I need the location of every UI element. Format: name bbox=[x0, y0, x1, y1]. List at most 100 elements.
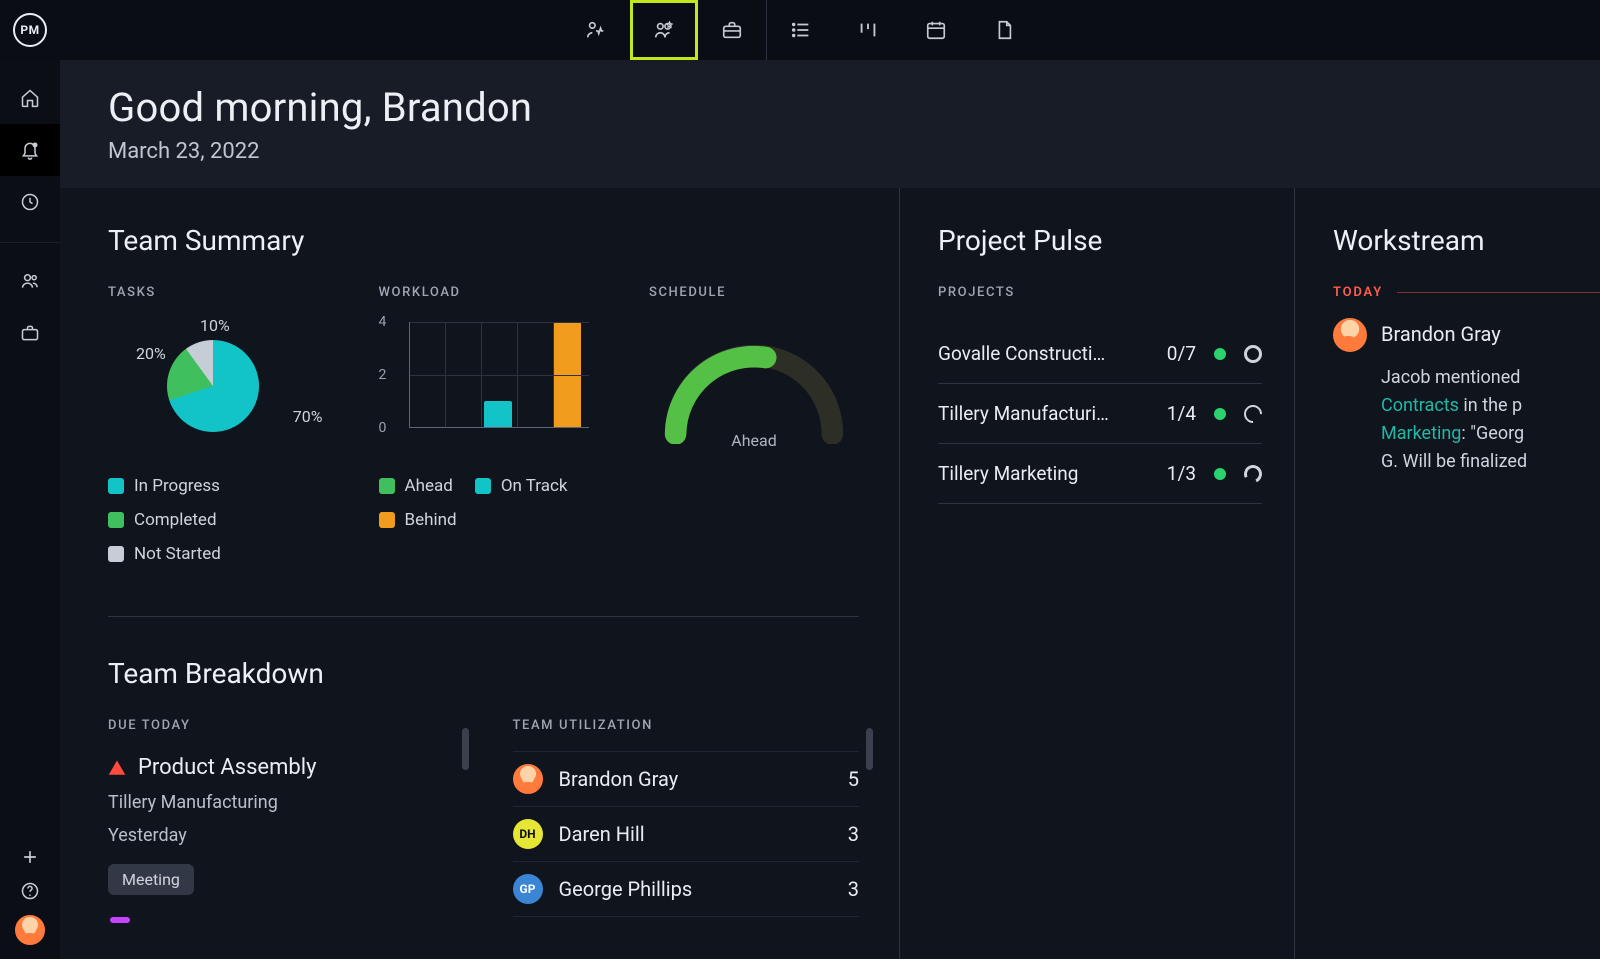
util-initials: DH bbox=[513, 819, 543, 849]
workstream-item[interactable]: Brandon Gray bbox=[1333, 318, 1600, 352]
swatch-cyan bbox=[108, 478, 124, 494]
bell-icon bbox=[20, 140, 40, 160]
clock-icon bbox=[20, 192, 40, 212]
column-pulse: Project Pulse PROJECTS Govalle Construct… bbox=[900, 188, 1295, 959]
pulse-score: 1/3 bbox=[1156, 462, 1196, 485]
tasks-legend: In Progress Completed Not Started bbox=[108, 476, 319, 564]
topnav-team[interactable] bbox=[630, 0, 698, 60]
topnav-calendar[interactable] bbox=[902, 0, 970, 60]
pulse-score: 1/4 bbox=[1156, 402, 1196, 425]
sidebar-home[interactable] bbox=[0, 72, 60, 124]
progress-ring bbox=[1244, 345, 1262, 363]
sidebar-people[interactable] bbox=[0, 255, 60, 307]
workload-legend: Ahead On Track Behind bbox=[379, 476, 590, 530]
bars-yaxis: 4 2 0 bbox=[379, 322, 409, 428]
swatch-ontrack bbox=[475, 478, 491, 494]
topnav-list[interactable] bbox=[766, 0, 834, 60]
util-count: 3 bbox=[848, 877, 859, 901]
pie-label-10: 10% bbox=[200, 316, 230, 335]
today-line bbox=[1397, 292, 1600, 293]
bars-area bbox=[409, 322, 590, 428]
tasks-pie-wrap: 70% 20% 10% bbox=[108, 322, 319, 450]
gauge-status: Ahead bbox=[731, 431, 776, 450]
due-item-purple-indicator bbox=[110, 917, 130, 923]
main-grid: Team Summary TASKS 70% 20% 10% In Progre… bbox=[60, 188, 1600, 959]
workload-label: WORKLOAD bbox=[379, 285, 590, 300]
ws-text: G. Will be finalized bbox=[1381, 451, 1527, 472]
briefcase-small-icon bbox=[20, 323, 40, 343]
topnav bbox=[562, 0, 1038, 60]
legend-inprogress: In Progress bbox=[108, 476, 220, 496]
legend-ahead-label: Ahead bbox=[405, 476, 453, 496]
due-today-block: DUE TODAY Product Assembly Tillery Manuf… bbox=[108, 718, 455, 927]
sidebar-avatar[interactable] bbox=[15, 915, 45, 945]
warning-icon bbox=[108, 759, 126, 777]
workload-block: WORKLOAD 4 2 0 bbox=[379, 285, 590, 564]
schedule-block: SCHEDULE Ahead bbox=[649, 285, 859, 564]
pulse-row[interactable]: Tillery Marketing 1/3 bbox=[938, 444, 1262, 504]
workstream-today-label: TODAY bbox=[1333, 285, 1383, 300]
due-item-title-row: Product Assembly bbox=[108, 755, 455, 780]
util-count: 3 bbox=[848, 822, 859, 846]
ws-link-contracts[interactable]: Contracts bbox=[1381, 395, 1459, 416]
legend-ontrack-label: On Track bbox=[501, 476, 568, 496]
legend-inprogress-label: In Progress bbox=[134, 476, 220, 496]
due-item-title: Product Assembly bbox=[138, 755, 317, 780]
app-logo[interactable]: PM bbox=[0, 0, 60, 60]
topnav-doc[interactable] bbox=[970, 0, 1038, 60]
pie-label-70: 70% bbox=[293, 407, 323, 426]
status-dot-green bbox=[1214, 408, 1226, 420]
util-name: Brandon Gray bbox=[559, 767, 832, 791]
topnav-pulse[interactable] bbox=[562, 0, 630, 60]
sidebar-recent[interactable] bbox=[0, 176, 60, 228]
due-item[interactable]: Product Assembly Tillery Manufacturing Y… bbox=[108, 755, 455, 927]
ws-link-marketing[interactable]: Marketing bbox=[1381, 423, 1461, 444]
util-list: Brandon Gray 5 DH Daren Hill 3 GP George… bbox=[513, 751, 860, 917]
status-dot-green bbox=[1214, 348, 1226, 360]
util-row[interactable]: DH Daren Hill 3 bbox=[513, 807, 860, 862]
topnav-board[interactable] bbox=[834, 0, 902, 60]
workstream-today: TODAY bbox=[1333, 285, 1600, 300]
topnav-briefcase[interactable] bbox=[698, 0, 766, 60]
pulse-row[interactable]: Tillery Manufacturi… 1/4 bbox=[938, 384, 1262, 444]
util-row[interactable]: GP George Phillips 3 bbox=[513, 862, 860, 917]
sidebar-help[interactable] bbox=[0, 881, 60, 901]
due-today-label: DUE TODAY bbox=[108, 718, 455, 733]
sidebar-add[interactable] bbox=[0, 847, 60, 867]
team-summary-title: Team Summary bbox=[108, 224, 859, 257]
list-icon bbox=[790, 19, 812, 41]
pulse-row[interactable]: Govalle Constructi… 0/7 bbox=[938, 324, 1262, 384]
ws-text: : "Georg bbox=[1461, 423, 1524, 444]
swatch-behind bbox=[379, 512, 395, 528]
schedule-gauge: Ahead bbox=[656, 336, 852, 456]
team-summary: TASKS 70% 20% 10% In Progress Completed … bbox=[108, 285, 859, 564]
page-date: March 23, 2022 bbox=[108, 139, 1560, 164]
column-workstream: Workstream TODAY Brandon Gray Jacob ment… bbox=[1295, 188, 1600, 959]
team-util-label: TEAM UTILIZATION bbox=[513, 718, 860, 733]
bar-behind bbox=[553, 322, 581, 427]
due-item-subtitle: Tillery Manufacturing bbox=[108, 792, 455, 813]
schedule-label: SCHEDULE bbox=[649, 285, 859, 300]
due-scroll-thumb[interactable] bbox=[462, 728, 469, 770]
bar-ontrack bbox=[484, 401, 512, 427]
ws-text: in the p bbox=[1459, 395, 1522, 416]
workstream-title: Workstream bbox=[1333, 224, 1600, 257]
document-icon bbox=[993, 19, 1015, 41]
team-icon bbox=[653, 19, 675, 41]
legend-ahead: Ahead bbox=[379, 476, 453, 496]
sidebar bbox=[0, 60, 60, 959]
util-row[interactable]: Brandon Gray 5 bbox=[513, 751, 860, 807]
swatch-ahead bbox=[379, 478, 395, 494]
page-header: Good morning, Brandon March 23, 2022 bbox=[60, 60, 1600, 188]
sidebar-notifications[interactable] bbox=[0, 124, 60, 176]
sidebar-projects[interactable] bbox=[0, 307, 60, 359]
pulse-score: 0/7 bbox=[1156, 342, 1196, 365]
ytick-0: 0 bbox=[379, 420, 387, 436]
util-scroll-thumb[interactable] bbox=[866, 728, 873, 770]
team-util-block: TEAM UTILIZATION Brandon Gray 5 DH Daren… bbox=[513, 718, 860, 927]
pie-label-20: 20% bbox=[136, 344, 166, 363]
board-icon bbox=[857, 19, 879, 41]
ytick-2: 2 bbox=[379, 367, 387, 383]
due-item-chip[interactable]: Meeting bbox=[108, 864, 194, 895]
help-icon bbox=[20, 881, 40, 901]
